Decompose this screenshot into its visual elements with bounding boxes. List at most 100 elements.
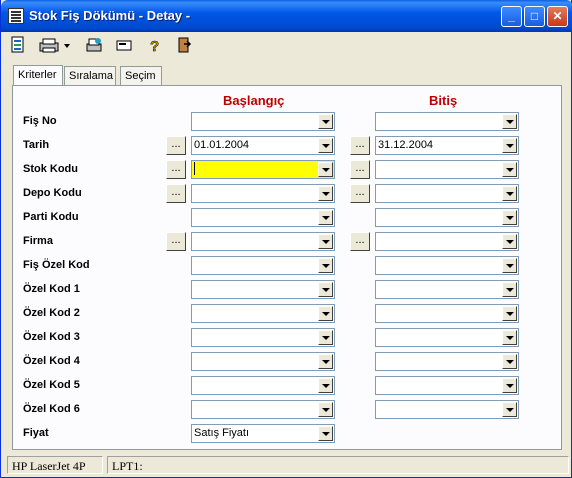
row-3-start-combo[interactable] [191, 184, 335, 203]
chevron-down-icon[interactable] [502, 210, 517, 225]
row-12-label: Özel Kod 6 [23, 403, 80, 415]
app-window: Stok Fiş Dökümü - Detay - _ □ ✕ ? Kriter… [0, 0, 572, 478]
svg-text:?: ? [150, 38, 159, 54]
row-2-start-lookup-button[interactable]: ... [166, 160, 186, 179]
close-button[interactable]: ✕ [547, 6, 568, 27]
card-icon[interactable] [113, 35, 135, 57]
row-4-end-combo[interactable] [375, 208, 519, 227]
row-13-label: Fiyat [23, 427, 49, 439]
chevron-down-icon[interactable] [318, 162, 333, 177]
row-1-start-lookup-button[interactable]: ... [166, 136, 186, 155]
chevron-down-icon[interactable] [318, 402, 333, 417]
row-0-start-combo[interactable] [191, 112, 335, 131]
row-0-label: Fiş No [23, 115, 57, 127]
row-13-start-combo[interactable]: Satış Fiyatı [191, 424, 335, 443]
row-1-end-value: 31.12.2004 [378, 139, 434, 151]
row-8-label: Özel Kod 2 [23, 307, 80, 319]
printer-icon[interactable] [37, 35, 73, 57]
tab-secim[interactable]: Seçim [120, 66, 162, 85]
row-1-label: Tarih [23, 139, 50, 151]
exit-icon[interactable] [173, 35, 195, 57]
chevron-down-icon[interactable] [502, 234, 517, 249]
row-10-start-combo[interactable] [191, 352, 335, 371]
chevron-down-icon[interactable] [318, 330, 333, 345]
chevron-down-icon[interactable] [318, 306, 333, 321]
status-bar: HP LaserJet 4P LPT1: [5, 455, 569, 475]
chevron-down-icon[interactable] [502, 162, 517, 177]
row-9-start-combo[interactable] [191, 328, 335, 347]
chevron-down-icon[interactable] [502, 114, 517, 129]
chevron-down-icon[interactable] [502, 258, 517, 273]
row-9-label: Özel Kod 3 [23, 331, 80, 343]
row-13-start-value: Satış Fiyatı [194, 427, 250, 439]
row-11-label: Özel Kod 5 [23, 379, 80, 391]
toolbar: ? [5, 33, 565, 60]
row-0-end-combo[interactable] [375, 112, 519, 131]
row-8-start-combo[interactable] [191, 304, 335, 323]
row-7-label: Özel Kod 1 [23, 283, 80, 295]
chevron-down-icon[interactable] [318, 114, 333, 129]
row-11-start-combo[interactable] [191, 376, 335, 395]
chevron-down-icon[interactable] [502, 354, 517, 369]
row-1-end-combo[interactable]: 31.12.2004 [375, 136, 519, 155]
row-12-start-combo[interactable] [191, 400, 335, 419]
row-5-end-combo[interactable] [375, 232, 519, 251]
row-1-start-value: 01.01.2004 [194, 139, 250, 151]
row-2-start-combo[interactable] [191, 160, 335, 179]
row-2-end-lookup-button[interactable]: ... [350, 160, 370, 179]
row-5-label: Firma [23, 235, 53, 247]
row-3-end-lookup-button[interactable]: ... [350, 184, 370, 203]
title-bar[interactable]: Stok Fiş Dökümü - Detay - _ □ ✕ [1, 0, 572, 32]
row-6-label: Fiş Özel Kod [23, 259, 90, 271]
tab-kriterler[interactable]: Kriterler [13, 65, 63, 86]
printer-setup-icon[interactable] [83, 35, 105, 57]
chevron-down-icon[interactable] [502, 378, 517, 393]
row-6-end-combo[interactable] [375, 256, 519, 275]
header-end: Bitiş [429, 93, 458, 108]
row-2-label: Stok Kodu [23, 163, 78, 175]
status-port: LPT1: [107, 456, 569, 474]
row-3-start-lookup-button[interactable]: ... [166, 184, 186, 203]
window-title: Stok Fiş Dökümü - Detay - [29, 8, 191, 23]
chevron-down-icon[interactable] [318, 234, 333, 249]
row-3-label: Depo Kodu [23, 187, 82, 199]
row-5-end-lookup-button[interactable]: ... [350, 232, 370, 251]
row-11-end-combo[interactable] [375, 376, 519, 395]
row-6-start-combo[interactable] [191, 256, 335, 275]
row-4-start-combo[interactable] [191, 208, 335, 227]
preview-icon[interactable] [7, 35, 29, 57]
tab-siralama[interactable]: Sıralama [64, 66, 116, 85]
row-1-end-lookup-button[interactable]: ... [350, 136, 370, 155]
row-2-end-combo[interactable] [375, 160, 519, 179]
minimize-button[interactable]: _ [501, 6, 522, 27]
chevron-down-icon[interactable] [502, 402, 517, 417]
chevron-down-icon[interactable] [318, 426, 333, 441]
chevron-down-icon[interactable] [318, 138, 333, 153]
chevron-down-icon[interactable] [502, 138, 517, 153]
chevron-down-icon[interactable] [318, 282, 333, 297]
row-7-start-combo[interactable] [191, 280, 335, 299]
chevron-down-icon[interactable] [318, 258, 333, 273]
chevron-down-icon[interactable] [318, 210, 333, 225]
chevron-down-icon[interactable] [502, 306, 517, 321]
maximize-button[interactable]: □ [524, 6, 545, 27]
row-10-label: Özel Kod 4 [23, 355, 80, 367]
row-10-end-combo[interactable] [375, 352, 519, 371]
chevron-down-icon[interactable] [502, 330, 517, 345]
row-7-end-combo[interactable] [375, 280, 519, 299]
row-9-end-combo[interactable] [375, 328, 519, 347]
row-3-end-combo[interactable] [375, 184, 519, 203]
help-icon[interactable]: ? [143, 35, 165, 57]
chevron-down-icon[interactable] [318, 354, 333, 369]
chevron-down-icon[interactable] [318, 186, 333, 201]
status-printer: HP LaserJet 4P [7, 456, 103, 474]
chevron-down-icon[interactable] [502, 282, 517, 297]
row-1-start-combo[interactable]: 01.01.2004 [191, 136, 335, 155]
row-5-start-lookup-button[interactable]: ... [166, 232, 186, 251]
chevron-down-icon[interactable] [318, 378, 333, 393]
chevron-down-icon[interactable] [502, 186, 517, 201]
row-8-end-combo[interactable] [375, 304, 519, 323]
row-5-start-combo[interactable] [191, 232, 335, 251]
row-12-end-combo[interactable] [375, 400, 519, 419]
row-4-label: Parti Kodu [23, 211, 79, 223]
